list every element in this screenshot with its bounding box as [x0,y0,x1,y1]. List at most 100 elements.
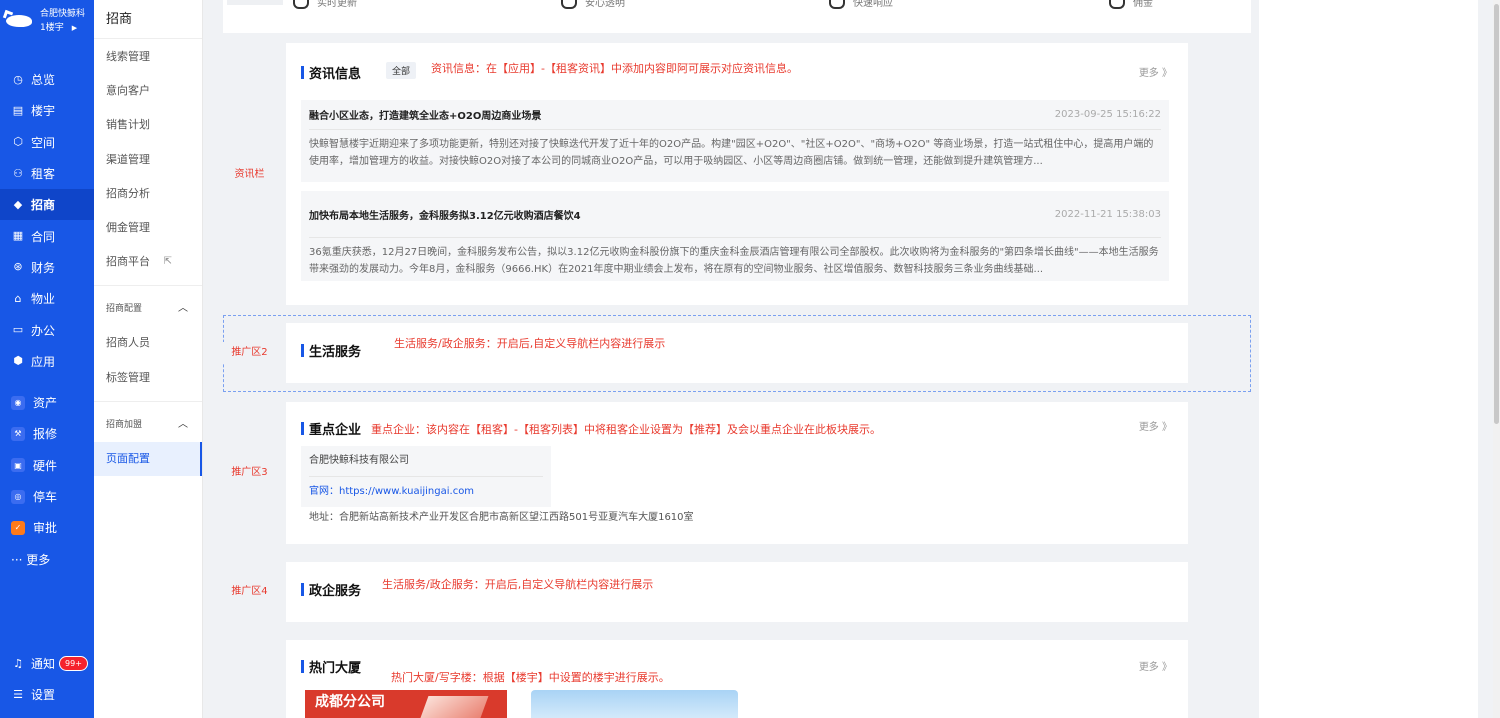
feature-realtime: 实时更新 [293,0,357,9]
life-services-title: 生活服务 [301,341,361,360]
sub-group-label: 招商配置 [106,304,143,315]
feature-label: 安心透明 [585,0,625,9]
key-enterprises-annotation: 重点企业：该内容在【租客】-【租客列表】中将租客企业设置为【推荐】及会以重点企业… [371,423,881,436]
news-title: 资讯信息 [301,63,361,82]
sub-item-channels[interactable]: 渠道管理 [94,143,202,177]
company-website-link[interactable]: 官网：https://www.kuaijingai.com [309,477,543,507]
company-address: 地址：合肥新站高新技术产业开发区合肥市高新区望江西路501号亚夏汽车大厦1610… [309,512,694,523]
feature-label: 实时更新 [317,0,357,9]
nav-item-label: 租客 [31,167,56,182]
app-approval[interactable]: ✓ 审批 [0,512,94,543]
app-label: 审批 [33,521,58,536]
news-item[interactable]: 加快布局本地生活服务，金科服务拟3.12亿元收购酒店餐饮4 2022-11-21 … [301,191,1169,281]
brand-name: 合肥快鲸科 [40,9,86,19]
section-tag-promo3: 推广区3 [223,462,276,484]
hot-buildings-annotation: 热门大厦/写字楼：根据【楼宇】中设置的楼宇进行展示。 [391,671,670,684]
news-item[interactable]: 融合小区业态，打造建筑全业态+O2O周边商业场景 2023-09-25 15:16… [301,100,1169,182]
nav-item-space[interactable]: ⬡ 空间 [0,127,94,158]
settings-label: 设置 [31,688,56,702]
approval-icon: ✓ [11,520,25,535]
tag-icon: ◆ [13,197,23,211]
key-enterprises-title: 重点企业 [301,419,361,438]
shield-icon [561,0,577,9]
nav-notify[interactable]: ♫ 通知 99+ [0,648,94,679]
sub-item-sales-plan[interactable]: 销售计划 [94,108,202,142]
sub-item-platform[interactable]: 招商平台 ⇱ [94,245,202,279]
sub-item-leads[interactable]: 线索管理 [94,40,202,74]
sub-item-intent-customers[interactable]: 意向客户 [94,74,202,108]
nav-item-label: 物业 [31,292,56,307]
app-icon: ⬢ [13,354,23,368]
nav-item-label: 招商 [31,198,56,213]
nav-item-building[interactable]: ▤ 楼宇 [0,95,94,126]
building-selector[interactable]: 1楼宇 ▶ [40,21,85,35]
nav-item-label: 楼宇 [31,104,56,119]
sub-item-tags[interactable]: 标签管理 [94,361,202,395]
gov-services-annotation: 生活服务/政企服务：开启后,自定义导航栏内容进行展示 [382,578,654,591]
caret-right-icon: ▶ [71,24,78,32]
monitor-icon: ▭ [12,323,24,337]
app-hardware[interactable]: ▣ 硬件 [0,450,94,481]
app-assets[interactable]: ◉ 资产 [0,387,94,418]
nav-item-finance[interactable]: ⊛ 财务 [0,252,94,283]
building-thumbnail-text: 成都分公司 [315,694,385,710]
company-card[interactable]: 合肥快鲸科技有限公司 官网：https://www.kuaijingai.com [301,446,551,507]
primary-nav: 合肥快鲸科 1楼宇 ▶ ◷ 总览 ▤ 楼宇 ⬡ 空间 ⚇ 租客 ◆ 招商 ▦ 合同 ⊛ 财务 ⌂… [0,0,94,718]
hot-buildings-more-link[interactable]: 更多 》 [1139,658,1172,673]
building-thumbnail[interactable]: 成都分公司 [305,690,507,718]
app-label: 报修 [33,427,58,442]
nav-more[interactable]: ··· 更多 [0,543,94,574]
sub-group-franchise[interactable]: 招商加盟 ︿ [94,408,202,442]
news-more-link[interactable]: 更多 》 [1139,64,1172,79]
news-card: 资讯信息 全部 资讯信息：在【应用】-【租客资讯】中添加内容即阿可展示对应资讯信… [286,43,1188,305]
nav-item-label: 办公 [31,323,56,338]
right-panel [1259,0,1478,718]
nav-item-contract[interactable]: ▦ 合同 [0,220,94,251]
nav-item-office[interactable]: ▭ 办公 [0,314,94,345]
company-name: 合肥快鲸科技有限公司 [309,446,543,477]
menu-icon: ☰ [13,687,23,701]
key-enterprises-card: 重点企业 重点企业：该内容在【租客】-【租客列表】中将租客企业设置为【推荐】及会… [286,402,1188,544]
news-filter-all[interactable]: 全部 [386,62,417,79]
sub-item-commission[interactable]: 佣金管理 [94,211,202,245]
whale-logo-icon [2,9,34,29]
feature-strip-stub [227,0,283,5]
news-item-time: 2023-09-25 15:16:22 [1054,109,1161,120]
nav-item-apps[interactable]: ⬢ 应用 [0,346,94,377]
nav-settings[interactable]: ☰ 设置 [0,679,94,710]
sub-item-staff[interactable]: 招商人员 [94,326,202,360]
key-enterprises-more-link[interactable]: 更多 》 [1139,418,1172,433]
sub-item-page-config[interactable]: 页面配置 [94,441,202,476]
section-tag-promo4: 推广区4 [223,581,276,603]
building-image [417,696,489,718]
coin-icon [1109,0,1125,9]
app-label: 硬件 [33,458,58,473]
building-thumbnail[interactable] [531,690,738,718]
life-services-card: 生活服务 生活服务/政企服务：开启后,自定义导航栏内容进行展示 [286,323,1188,383]
news-item-title: 加快布局本地生活服务，金科服务拟3.12亿元收购酒店餐饮4 [309,210,581,222]
nav-item-tenant[interactable]: ⚇ 租客 [0,158,94,189]
refresh-icon [293,0,309,9]
app-parking[interactable]: ◎ 停车 [0,481,94,512]
clock-icon: ◷ [13,72,23,86]
building-icon: ▤ [12,103,24,117]
news-item-time: 2022-11-21 15:38:03 [1054,208,1161,220]
nav-item-label: 应用 [31,354,56,369]
divider [94,400,202,402]
sub-group-config[interactable]: 招商配置 ︿ [94,292,202,326]
notify-label: 通知 [31,657,56,671]
app-label: 资产 [33,396,58,411]
chevron-up-icon: ︿ [178,418,188,430]
brand-switcher[interactable]: 合肥快鲸科 1楼宇 ▶ [0,0,94,42]
nav-item-overview[interactable]: ◷ 总览 [0,64,94,95]
nav-item-property[interactable]: ⌂ 物业 [0,283,94,314]
feature-fast: 快速响应 [829,0,893,9]
bell-icon: ♫ [13,656,23,670]
hardware-icon: ▣ [11,458,25,473]
scrollbar-thumb[interactable] [1494,4,1499,424]
sub-item-analysis[interactable]: 招商分析 [94,177,202,211]
nav-item-leasing[interactable]: ◆ 招商 [0,189,94,221]
app-repair[interactable]: ⚒ 报修 [0,418,94,449]
life-services-annotation: 生活服务/政企服务：开启后,自定义导航栏内容进行展示 [394,337,666,350]
divider [94,285,202,287]
